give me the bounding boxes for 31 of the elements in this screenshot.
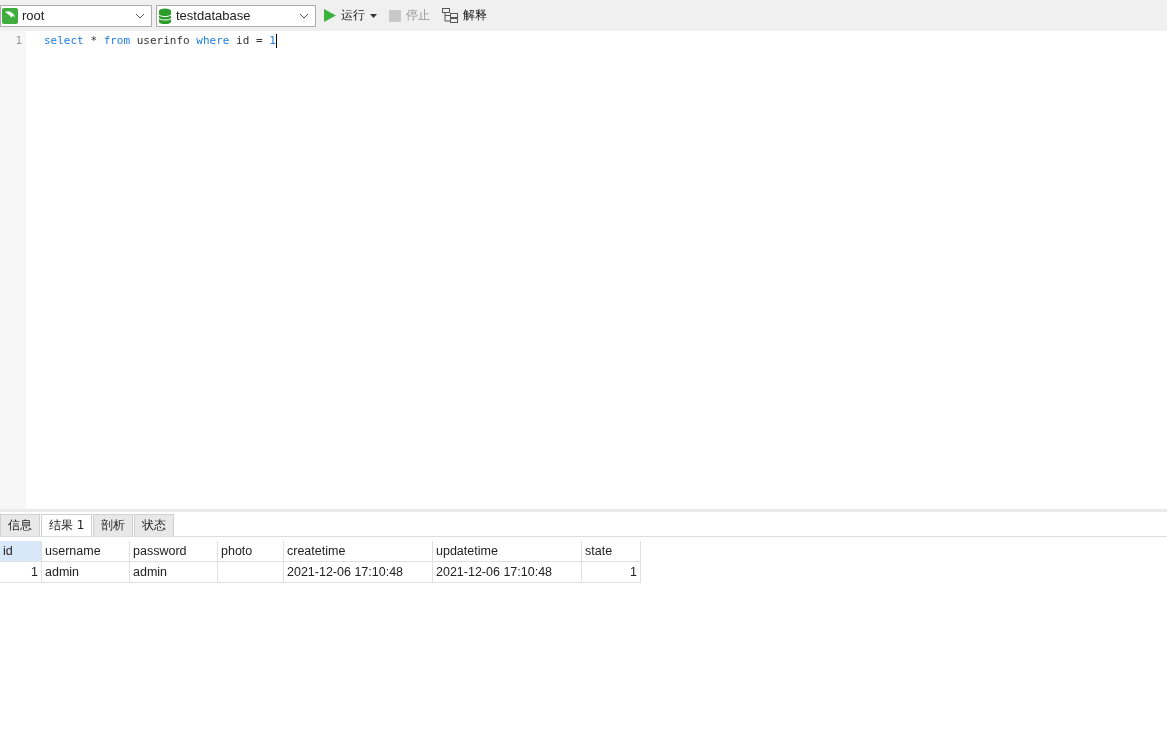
dolphin-icon (2, 7, 18, 24)
diagram-icon (442, 8, 458, 23)
sql-code-line[interactable]: select * from userinfo where id = 1 (44, 33, 277, 49)
column-header[interactable]: state (582, 541, 641, 562)
result-tab[interactable]: 状态 (134, 514, 175, 536)
result-tab[interactable]: 信息 (0, 514, 40, 536)
column-header[interactable]: updatetime (433, 541, 582, 562)
connection-dropdown[interactable]: root (0, 4, 152, 27)
table-cell: 2021-12-06 17:10:48 (433, 562, 582, 583)
play-icon (324, 9, 336, 22)
table-cell: 1 (0, 562, 42, 583)
database-icon (158, 7, 172, 24)
explain-button[interactable]: 解释 (438, 5, 491, 26)
database-dropdown[interactable]: testdatabase (156, 4, 316, 27)
table-cell: 2021-12-06 17:10:48 (284, 562, 433, 583)
chevron-down-icon (135, 12, 145, 19)
table-cell: admin (130, 562, 218, 583)
column-header[interactable]: createtime (284, 541, 433, 562)
column-header[interactable]: username (42, 541, 130, 562)
run-button[interactable]: 运行 (320, 5, 381, 26)
column-header[interactable]: id (0, 541, 42, 562)
table-cell: 1 (582, 562, 641, 583)
table-cell: admin (42, 562, 130, 583)
table-cell (218, 562, 284, 583)
result-tab[interactable]: 剖析 (93, 514, 134, 536)
stop-icon (389, 9, 401, 22)
line-number: 1 (14, 33, 23, 49)
column-header[interactable]: password (130, 541, 218, 562)
result-tab[interactable]: 结果 1 (41, 514, 93, 536)
column-header[interactable]: photo (218, 541, 284, 562)
chevron-down-icon (299, 12, 309, 19)
